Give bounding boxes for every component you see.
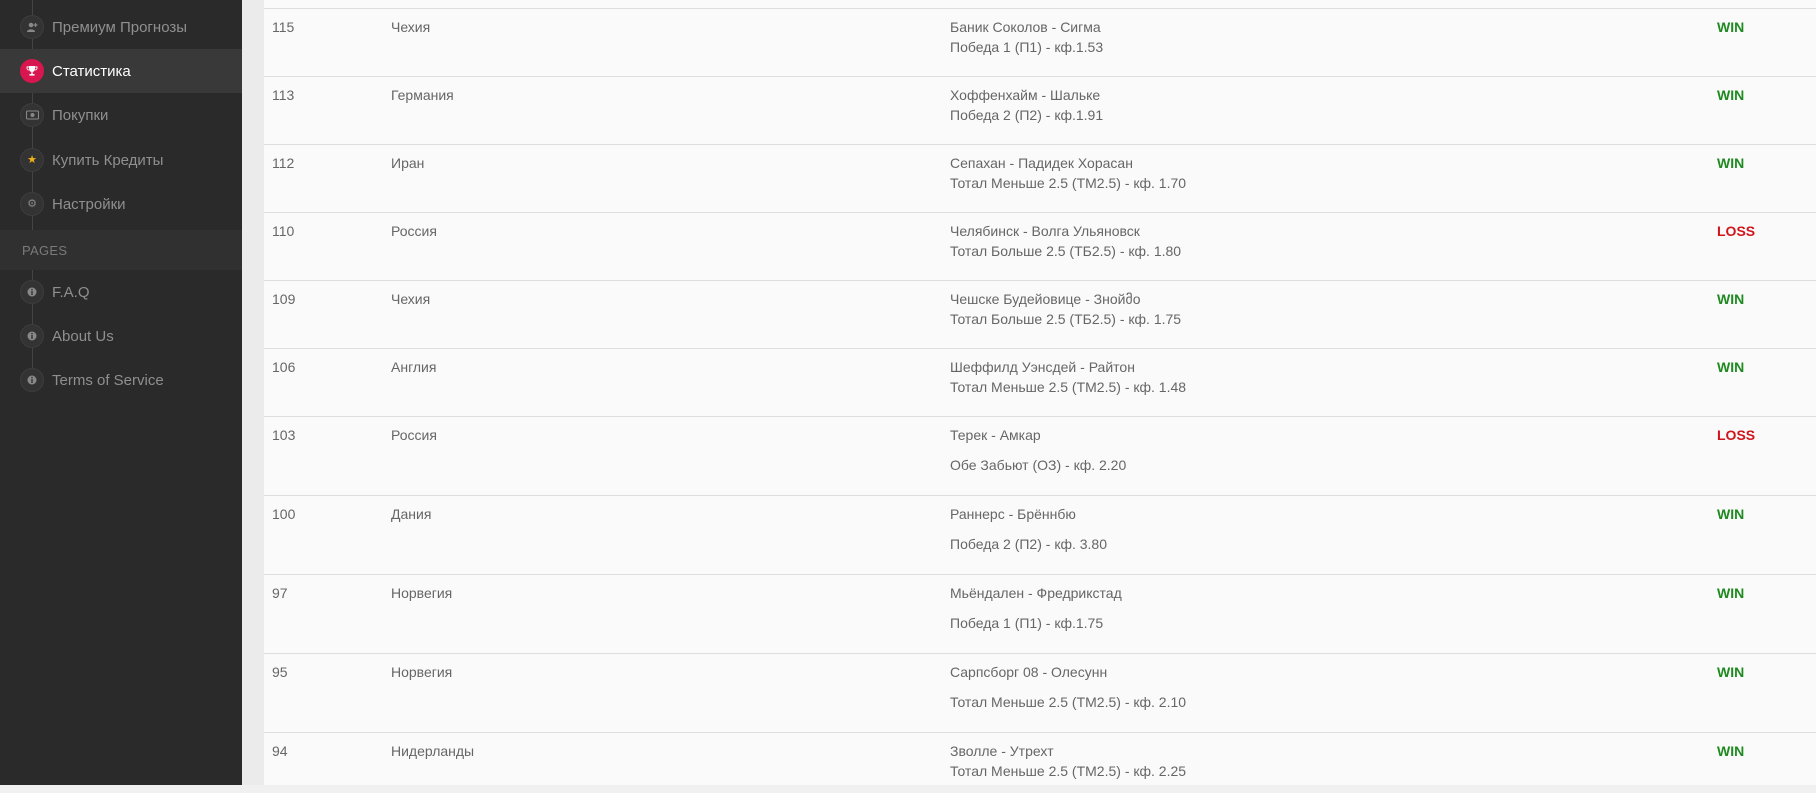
row-match: Мьёндален - Фредрикстад — [950, 585, 1122, 601]
row-result: LOSS — [1717, 223, 1756, 239]
table-row: 115 Чехия Баник Соколов - Сигма Победа 1… — [264, 9, 1816, 77]
sidebar-item-statistics[interactable]: Статистика — [0, 49, 242, 93]
statistics-table: 115 Чехия Баник Соколов - Сигма Победа 1… — [264, 0, 1816, 785]
table-row: 94 Нидерланды Зволле - Утрехт Тотал Мень… — [264, 733, 1816, 793]
row-result: WIN — [1717, 585, 1745, 601]
row-bet: Тотал Меньше 2.5 (ТМ2.5) - кф. 2.25 — [950, 763, 1187, 779]
row-result: WIN — [1717, 291, 1745, 307]
sidebar-item-about-us[interactable]: About Us — [0, 314, 242, 358]
table-row: 109 Чехия Чешске Будейовице - Знойმо Тот… — [264, 281, 1816, 349]
row-country: Дания — [391, 506, 432, 522]
table-row: 110 Россия Челябинск - Волга Ульяновск Т… — [264, 213, 1816, 281]
table-row: 95 Норвегия Сарпсборг 08 - Олесунн Тотал… — [264, 654, 1816, 733]
row-country: Россия — [391, 427, 437, 443]
sidebar-item-label: Настройки — [52, 195, 126, 213]
info-icon — [20, 368, 44, 392]
row-match: Шеффилд Уэнсдей - Райтон — [950, 359, 1135, 375]
main-content: 115 Чехия Баник Соколов - Сигма Победа 1… — [242, 0, 1816, 785]
row-match: Баник Соколов - Сигма — [950, 19, 1101, 35]
row-bet: Тотал Больше 2.5 (ТБ2.5) - кф. 1.80 — [950, 243, 1182, 259]
row-id: 106 — [272, 359, 296, 375]
row-result: WIN — [1717, 19, 1745, 35]
trophy-icon — [20, 59, 44, 83]
row-result: WIN — [1717, 664, 1745, 680]
sidebar-item-label: About Us — [52, 327, 114, 345]
row-id: 115 — [272, 19, 295, 35]
row-result: WIN — [1717, 743, 1745, 759]
row-result: WIN — [1717, 506, 1745, 522]
user-plus-icon — [20, 15, 44, 39]
table-row: 106 Англия Шеффилд Уэнсдей - Райтон Тота… — [264, 349, 1816, 417]
row-id: 100 — [272, 506, 296, 522]
sidebar-item-purchases[interactable]: Покупки — [0, 93, 242, 137]
row-id: 110 — [272, 223, 295, 239]
row-bet: Победа 2 (П2) - кф.1.91 — [950, 107, 1104, 123]
row-result: WIN — [1717, 155, 1745, 171]
row-bet: Победа 1 (П1) - кф.1.53 — [950, 39, 1104, 55]
row-country: Нидерланды — [391, 743, 475, 759]
table-row: 103 Россия Терек - Амкар Обе Забьют (ОЗ)… — [264, 417, 1816, 496]
sidebar-item-label: Премиум Прогнозы — [52, 18, 188, 36]
row-match: Челябинск - Волга Ульяновск — [950, 223, 1140, 239]
row-bet: Победа 2 (П2) - кф. 3.80 — [950, 536, 1107, 552]
row-result: WIN — [1717, 87, 1745, 103]
row-country: Германия — [391, 87, 454, 103]
row-country: Англия — [391, 359, 437, 375]
sidebar-item-faq[interactable]: F.A.Q — [0, 270, 242, 314]
star-icon: ★ — [20, 148, 44, 172]
row-country: Норвегия — [391, 585, 453, 601]
sidebar: Премиум Прогнозы Статистика Покупки ★ Ку… — [0, 0, 242, 785]
row-id: 103 — [272, 427, 296, 443]
row-id: 95 — [272, 664, 288, 680]
row-result: LOSS — [1717, 427, 1756, 443]
row-bet: Тотал Меньше 2.5 (ТМ2.5) - кф. 1.48 — [950, 379, 1187, 395]
row-match: Терек - Амкар — [950, 427, 1041, 443]
row-country: Иран — [391, 155, 425, 171]
section-title: PAGES — [22, 242, 68, 258]
row-bet: Тотал Больше 2.5 (ТБ2.5) - кф. 1.75 — [950, 311, 1182, 327]
table-row: 113 Германия Хоффенхайм - Шальке Победа … — [264, 77, 1816, 145]
sidebar-item-label: F.A.Q — [52, 283, 90, 301]
row-match: Раннерс - Брённбю — [950, 506, 1076, 522]
sidebar-section-pages: PAGES — [0, 230, 242, 270]
row-id: 97 — [272, 585, 288, 601]
row-id: 112 — [272, 155, 295, 171]
row-bet: Обе Забьют (ОЗ) - кф. 2.20 — [950, 457, 1127, 473]
row-country: Россия — [391, 223, 437, 239]
row-id: 113 — [272, 87, 295, 103]
sidebar-item-terms-of-service[interactable]: Terms of Service — [0, 358, 242, 402]
row-result: WIN — [1717, 359, 1745, 375]
row-match: Сарпсборг 08 - Олесунн — [950, 664, 1108, 680]
row-country: Чехия — [391, 19, 431, 35]
row-country: Чехия — [391, 291, 431, 307]
gear-icon: ⚙ — [20, 192, 44, 216]
sidebar-item-label: Статистика — [52, 62, 131, 80]
row-id: 94 — [272, 743, 288, 759]
row-match: Сепахан - Падидек Хорасан — [950, 155, 1133, 171]
row-id: 109 — [272, 291, 296, 307]
sidebar-item-label: Terms of Service — [52, 371, 164, 389]
table-row: 97 Норвегия Мьёндален - Фредрикстад Побе… — [264, 575, 1816, 654]
row-match: Зволле - Утрехт — [950, 743, 1054, 759]
sidebar-item-premium-forecasts[interactable]: Премиум Прогнозы — [0, 5, 242, 49]
row-bet: Тотал Меньше 2.5 (ТМ2.5) - кф. 2.10 — [950, 694, 1187, 710]
sidebar-item-buy-credits[interactable]: ★ Купить Кредиты — [0, 138, 242, 182]
row-bet: Победа 1 (П1) - кф.1.75 — [950, 615, 1104, 631]
money-icon — [20, 103, 44, 127]
table-row: 100 Дания Раннерс - Брённбю Победа 2 (П2… — [264, 496, 1816, 575]
row-match: Хоффенхайм - Шальке — [950, 87, 1101, 103]
row-country: Норвегия — [391, 664, 453, 680]
sidebar-item-label: Покупки — [52, 106, 109, 124]
table-row: 112 Иран Сепахан - Падидек Хорасан Тотал… — [264, 145, 1816, 213]
row-bet: Тотал Меньше 2.5 (ТМ2.5) - кф. 1.70 — [950, 175, 1187, 191]
info-icon — [20, 324, 44, 348]
sidebar-item-label: Купить Кредиты — [52, 151, 164, 169]
row-match: Чешске Будейовице - Знойმо — [950, 291, 1141, 307]
sidebar-item-settings[interactable]: ⚙ Настройки — [0, 182, 242, 226]
info-icon — [20, 280, 44, 304]
